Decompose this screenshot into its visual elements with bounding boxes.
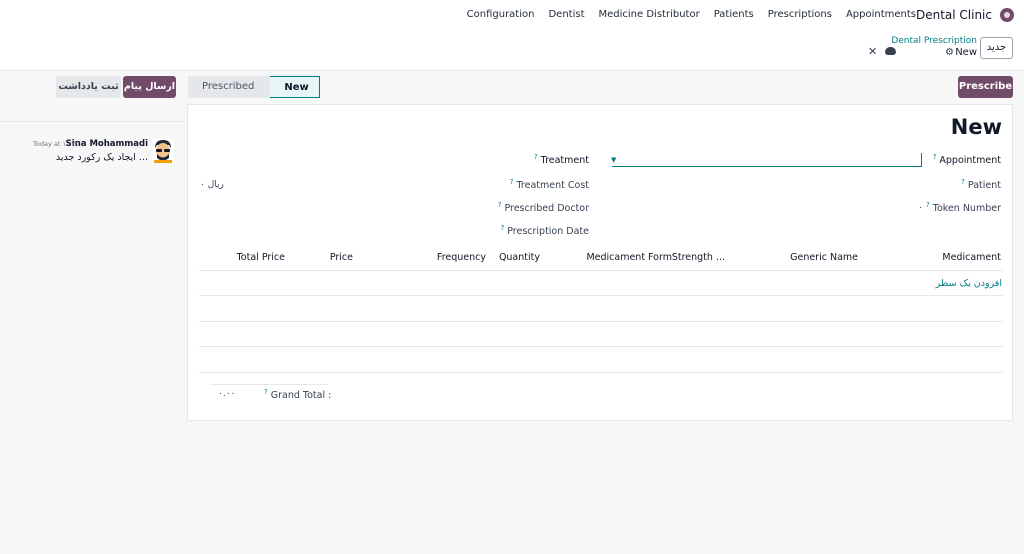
- top-navbar: Dental Clinic Appointments Prescriptions…: [0, 0, 1024, 30]
- input-cursor: [921, 153, 922, 167]
- stage-new[interactable]: New: [262, 76, 320, 98]
- token-number-value: ۰: [918, 203, 923, 213]
- menu-medicine-distributor[interactable]: Medicine Distributor: [599, 9, 700, 20]
- grand-total-label: ? Grand Total :: [264, 388, 332, 402]
- prescription-date-label: ? Prescription Date: [500, 224, 589, 238]
- status-bar: New Prescribed: [188, 76, 320, 98]
- log-note-button[interactable]: ثبت یادداشت: [56, 76, 121, 98]
- appointment-label: ? Appointment: [932, 153, 1001, 167]
- table-row: [199, 321, 1003, 322]
- app-menu-icon[interactable]: [1000, 8, 1014, 22]
- message-timestamp: Today at ۱۰:۲۱: [33, 140, 79, 148]
- chatter-divider: [0, 121, 184, 122]
- table-row: [199, 372, 1003, 373]
- prescribed-doctor-label: ? Prescribed Doctor: [497, 201, 589, 215]
- breadcrumb-parent[interactable]: Dental Prescription: [891, 36, 977, 46]
- menu-configuration[interactable]: Configuration: [467, 9, 535, 20]
- menu-appointments[interactable]: Appointments: [846, 9, 916, 20]
- token-number-label: ? Token Number: [926, 201, 1001, 215]
- menu-prescriptions[interactable]: Prescriptions: [768, 9, 832, 20]
- dropdown-caret-icon[interactable]: ▼: [611, 156, 616, 164]
- col-strength[interactable]: Strength ...: [672, 252, 725, 263]
- treatment-cost-label: ? Treatment Cost: [509, 178, 589, 192]
- stage-prescribed[interactable]: Prescribed: [188, 76, 271, 98]
- save-cloud-icon[interactable]: [885, 47, 896, 55]
- col-quantity[interactable]: Quantity: [499, 252, 540, 263]
- send-message-button[interactable]: ارسال پیام: [123, 76, 176, 98]
- patient-label: ? Patient: [961, 178, 1001, 192]
- gear-icon[interactable]: ⚙: [945, 47, 954, 58]
- col-total-price[interactable]: Total Price: [237, 252, 285, 263]
- new-record-button[interactable]: جدید: [980, 37, 1013, 59]
- main-menu: Appointments Prescriptions Patients Medi…: [467, 9, 916, 20]
- table-header-divider: [199, 270, 1003, 271]
- col-generic-name[interactable]: Generic Name: [790, 252, 858, 263]
- record-title: New: [950, 115, 1002, 139]
- table-row: [199, 295, 1003, 296]
- treatment-label: ? Treatment: [533, 153, 589, 167]
- form-sheet: New ? Appointment ? Patient ? Token Numb…: [187, 104, 1013, 421]
- col-medicament-form[interactable]: Medicament Form: [586, 252, 672, 263]
- table-row: [199, 346, 1003, 347]
- breadcrumb-current: New: [955, 47, 977, 58]
- discard-close-icon[interactable]: ✕: [868, 45, 877, 58]
- app-name[interactable]: Dental Clinic: [916, 8, 992, 22]
- appointment-input[interactable]: [612, 153, 922, 167]
- prescribe-button[interactable]: Prescribe: [958, 76, 1013, 98]
- add-line-link[interactable]: افزودن یک سطر: [936, 278, 1002, 289]
- col-price[interactable]: Price: [330, 252, 353, 263]
- message-body: ایجاد یک رکورد جدید ...: [55, 152, 148, 163]
- treatment-cost-value: ریال ۰: [200, 180, 224, 190]
- col-frequency[interactable]: Frequency: [437, 252, 486, 263]
- menu-patients[interactable]: Patients: [714, 9, 754, 20]
- avatar: [152, 139, 174, 163]
- help-icon[interactable]: ?: [933, 153, 937, 161]
- col-medicament[interactable]: Medicament: [942, 252, 1001, 263]
- total-divider: [210, 384, 328, 385]
- menu-dentist[interactable]: Dentist: [548, 9, 584, 20]
- control-panel: جدید Dental Prescription New ⚙ ✕: [0, 30, 1024, 71]
- grand-total-value: ۰.۰۰: [218, 389, 236, 399]
